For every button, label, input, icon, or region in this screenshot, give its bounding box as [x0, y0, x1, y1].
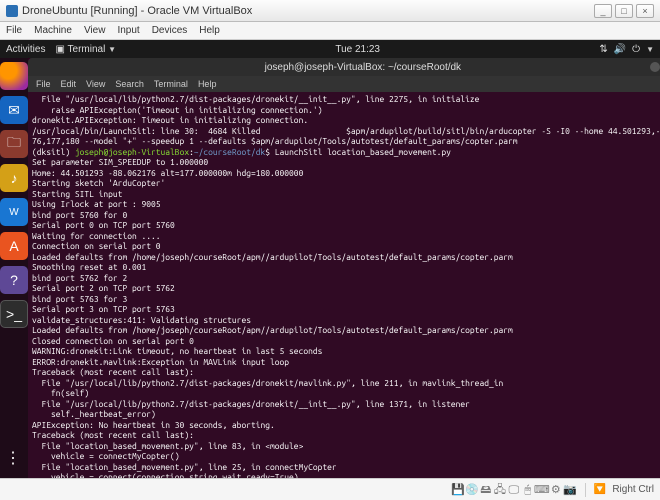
launcher-show-apps-icon[interactable]: ⋮⋮⋮ — [0, 444, 28, 472]
term-menu-edit[interactable]: Edit — [61, 79, 77, 89]
term-menu-file[interactable]: File — [36, 79, 51, 89]
terminal-line: Serial port 0 on TCP port 5760 — [32, 220, 660, 231]
terminal-line: Closed connection on serial port 0 — [32, 336, 660, 347]
term-menu-terminal[interactable]: Terminal — [154, 79, 188, 89]
terminal-line: Serial port 2 on TCP port 5762 — [32, 283, 660, 294]
menu-devices[interactable]: Devices — [152, 25, 188, 36]
desktop: ✉ 🗀 ♪ WA? >_ ⋮⋮⋮ joseph@joseph-VirtualBox: ~/… — [0, 58, 660, 478]
terminal-line: fn(self) — [32, 388, 660, 399]
launcher-terminal-icon[interactable]: >_ — [0, 300, 28, 328]
terminal-line: /usr/local/bin/LaunchSitl: line 30: 4684… — [32, 126, 660, 137]
terminal-line: Home: 44.501293 -88.062176 alt=177.00000… — [32, 168, 660, 179]
volume-icon[interactable]: 🔊 — [614, 44, 626, 55]
terminal-line: File "location_based_movement.py", line … — [32, 462, 660, 473]
launcher-help-icon[interactable]: ? — [0, 266, 28, 294]
status-icon[interactable]: ⚙ — [549, 482, 563, 496]
terminal-menubar: File Edit View Search Terminal Help — [28, 76, 660, 92]
terminal-line: Connection on serial port 0 — [32, 241, 660, 252]
terminal-line: Set parameter SIM_SPEEDUP to 1.000000 — [32, 157, 660, 168]
terminal-line: Smoothing reset at 0.001 — [32, 262, 660, 273]
terminal-line: WARNING:dronekit:Link timeout, no heartb… — [32, 346, 660, 357]
virtualbox-icon — [6, 5, 18, 17]
power-icon[interactable]: ⏻ — [632, 44, 640, 55]
host-key-label: Right Ctrl — [612, 484, 654, 495]
menu-view[interactable]: View — [84, 25, 106, 36]
launcher-thunderbird-icon[interactable]: ✉ — [0, 96, 28, 124]
terminal-line: File "location_based_movement.py", line … — [32, 441, 660, 452]
terminal-line: raise APIException('Timeout in initializ… — [32, 105, 660, 116]
menu-machine[interactable]: Machine — [34, 25, 72, 36]
chevron-down-icon[interactable]: ▼ — [646, 45, 654, 54]
virtualbox-statusbar: 💾💿🖴🖧🖵🖱⌨⚙📷 🔽 Right Ctrl — [0, 478, 660, 500]
activities-button[interactable]: Activities — [6, 44, 45, 55]
terminal-line: File "/usr/local/lib/python2.7/dist-pack… — [32, 94, 660, 105]
launcher-writer-icon[interactable]: W — [0, 198, 28, 226]
terminal-line: vehicle = connectMyCopter() — [32, 451, 660, 462]
status-icon[interactable]: 🖵 — [507, 483, 521, 497]
terminal-line: Loaded defaults from /home/joseph/course… — [32, 325, 660, 336]
menu-file[interactable]: File — [6, 25, 22, 36]
terminal-line: File "/usr/local/lib/python2.7/dist-pack… — [32, 399, 660, 410]
terminal-line: Serial port 3 on TCP port 5763 — [32, 304, 660, 315]
clock[interactable]: Tue 21:23 — [116, 44, 599, 55]
status-icon[interactable]: 🖧 — [493, 483, 507, 497]
terminal-prompt-line: (dksitl) joseph@joseph-VirtualBox:~/cour… — [32, 147, 660, 158]
status-icon[interactable]: 📷 — [563, 482, 577, 496]
chevron-down-icon: ▼ — [108, 45, 116, 54]
status-icon[interactable]: ⌨ — [535, 482, 549, 496]
terminal-line: dronekit.APIException: Timeout in initia… — [32, 115, 660, 126]
terminal-line: 76,177,180 --model "+" --speedup 1 --def… — [32, 136, 660, 147]
launcher-rhythmbox-icon[interactable]: ♪ — [0, 164, 28, 192]
terminal-line: Starting sketch 'ArduCopter' — [32, 178, 660, 189]
menu-input[interactable]: Input — [117, 25, 139, 36]
virtualbox-menubar: File Machine View Input Devices Help — [0, 22, 660, 40]
appmenu-terminal[interactable]: ▣ Terminal ▼ — [55, 44, 116, 55]
launcher-software-icon[interactable]: A — [0, 232, 28, 260]
gnome-top-panel: Activities ▣ Terminal ▼ Tue 21:23 ⇅ 🔊 ⏻ … — [0, 40, 660, 58]
status-icon[interactable]: 🖱 — [521, 483, 535, 497]
menu-help[interactable]: Help — [199, 25, 220, 36]
status-icon[interactable]: 🖴 — [479, 483, 493, 497]
term-menu-search[interactable]: Search — [115, 79, 144, 89]
separator — [585, 483, 586, 497]
terminal-output[interactable]: File "/usr/local/lib/python2.7/dist-pack… — [28, 92, 660, 478]
terminal-title: joseph@joseph-VirtualBox: ~/courseRoot/d… — [265, 62, 461, 73]
terminal-line: Traceback (most recent call last): — [32, 367, 660, 378]
launcher-firefox-icon[interactable] — [0, 62, 28, 90]
terminal-line: bind port 5760 for 0 — [32, 210, 660, 221]
terminal-line: ERROR:dronekit.mavlink:Exception in MAVL… — [32, 357, 660, 368]
terminal-line: bind port 5762 for 2 — [32, 273, 660, 284]
arrow-down-icon: 🔽 — [594, 484, 606, 495]
terminal-line: self._heartbeat_error) — [32, 409, 660, 420]
terminal-line: APIException: No heartbeat in 30 seconds… — [32, 420, 660, 431]
terminal-line: Traceback (most recent call last): — [32, 430, 660, 441]
terminal-window: joseph@joseph-VirtualBox: ~/courseRoot/d… — [28, 58, 660, 478]
status-icon[interactable]: 💿 — [465, 482, 479, 496]
terminal-line: Loaded defaults from /home/joseph/course… — [32, 252, 660, 263]
terminal-line: File "/usr/local/lib/python2.7/dist-pack… — [32, 378, 660, 389]
window-title: DroneUbuntu [Running] - Oracle VM Virtua… — [22, 5, 252, 17]
terminal-minimize-button[interactable] — [650, 62, 660, 72]
maximize-button[interactable]: □ — [615, 4, 633, 18]
terminal-line: validate_structures:411: Validating stru… — [32, 315, 660, 326]
terminal-line: bind port 5763 for 3 — [32, 294, 660, 305]
terminal-line: Starting SITL input — [32, 189, 660, 200]
minimize-button[interactable]: _ — [594, 4, 612, 18]
launcher-files-icon[interactable]: 🗀 — [0, 130, 28, 158]
terminal-line: Using Irlock at port : 9005 — [32, 199, 660, 210]
term-menu-view[interactable]: View — [86, 79, 105, 89]
network-icon[interactable]: ⇅ — [599, 44, 607, 55]
terminal-line: vehicle = connect(connection_string,wait… — [32, 472, 660, 478]
virtualbox-titlebar: DroneUbuntu [Running] - Oracle VM Virtua… — [0, 0, 660, 22]
term-menu-help[interactable]: Help — [198, 79, 217, 89]
status-icon[interactable]: 💾 — [451, 482, 465, 496]
terminal-line: Waiting for connection .... — [32, 231, 660, 242]
close-button[interactable]: × — [636, 4, 654, 18]
terminal-icon: ▣ — [55, 44, 64, 55]
terminal-titlebar[interactable]: joseph@joseph-VirtualBox: ~/courseRoot/d… — [28, 58, 660, 76]
launcher-dock: ✉ 🗀 ♪ WA? >_ ⋮⋮⋮ — [0, 58, 28, 478]
